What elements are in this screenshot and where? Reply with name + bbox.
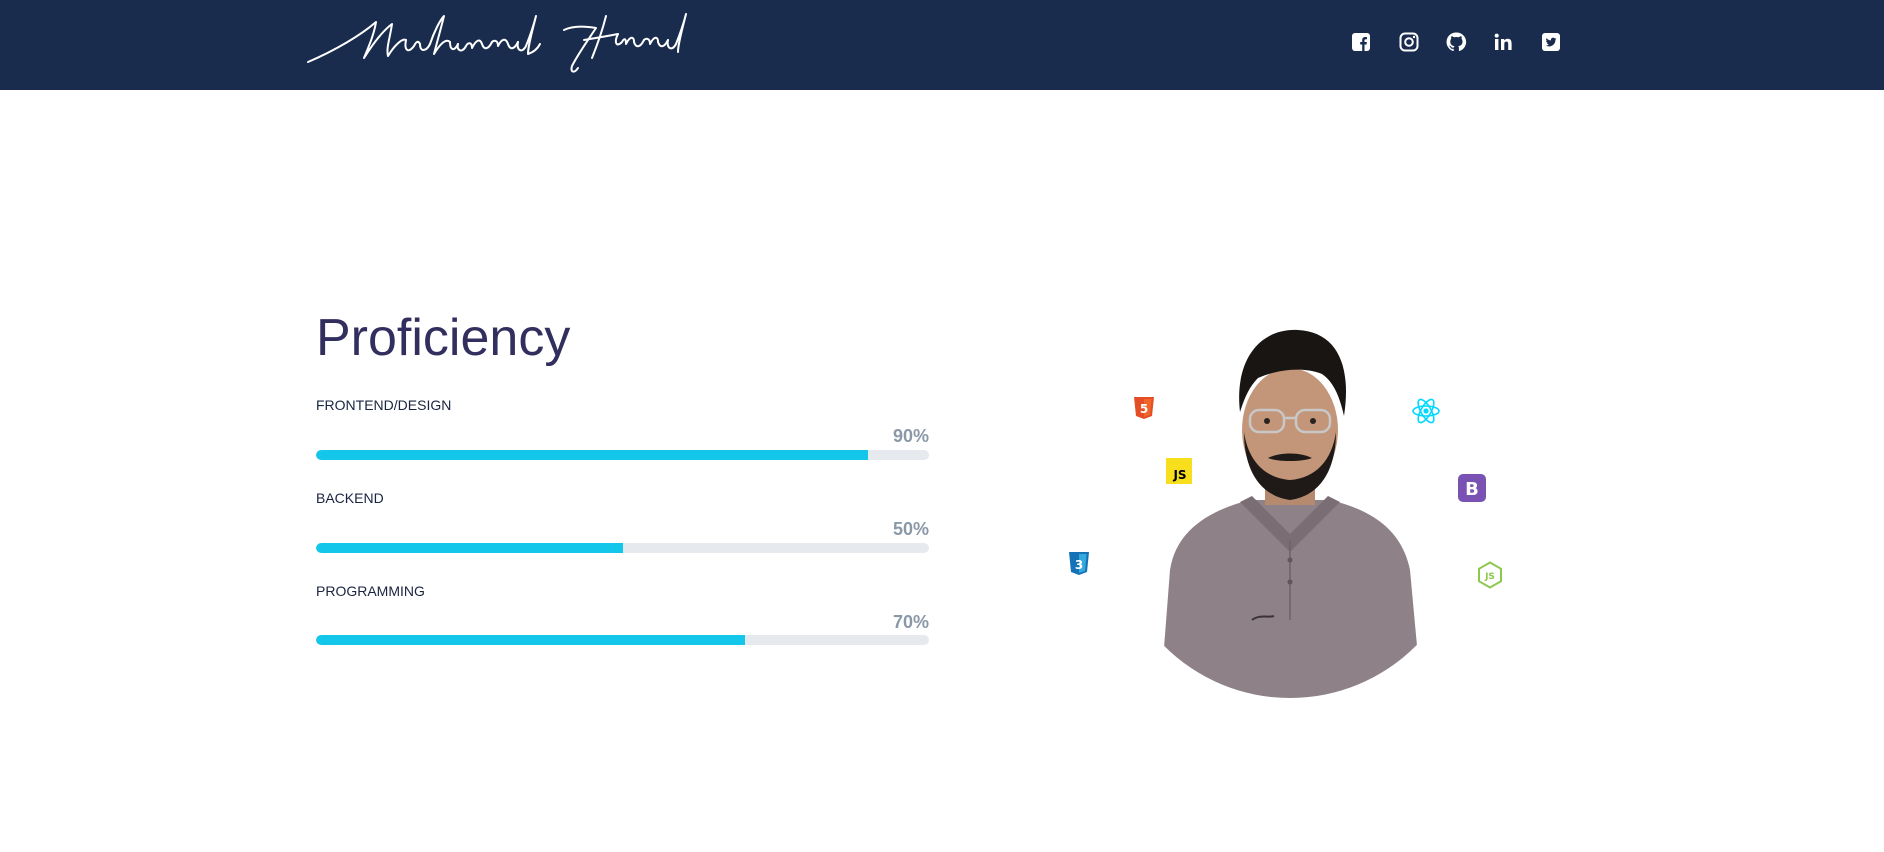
progress-fill-backend [316,543,623,553]
progress-bar-programming [316,635,929,645]
navbar [0,0,1884,90]
skill-label-programming: PROGRAMMING [316,583,425,599]
svg-text:B: B [1465,479,1479,500]
skill-percent-programming: 70% [892,612,929,632]
profile-photo [1160,329,1422,698]
linkedin-icon[interactable] [1491,30,1515,54]
progress-fill-frontend [316,450,868,460]
brand-signature-logo[interactable] [306,10,691,78]
instagram-icon[interactable] [1397,30,1421,54]
progress-fill-programming [316,635,746,645]
nodejs-icon: JS [1477,561,1503,589]
progress-bar-backend [316,543,929,553]
html5-icon: 5 [1133,396,1155,420]
css3-icon: 3 [1068,551,1090,577]
svg-text:3: 3 [1075,558,1083,572]
svg-text:5: 5 [1140,402,1148,416]
svg-text:JS: JS [1484,572,1495,582]
section-title: Proficiency [316,309,571,367]
skill-percent-frontend: 90% [892,426,929,446]
skill-label-frontend: FRONTEND/DESIGN [316,397,452,413]
react-icon [1411,396,1441,426]
skill-label-backend: BACKEND [316,490,384,506]
bootstrap-icon: B [1458,474,1486,502]
github-icon[interactable] [1444,30,1468,54]
twitter-icon[interactable] [1539,30,1563,54]
svg-text:JS: JS [1172,468,1186,482]
facebook-icon[interactable] [1349,30,1373,54]
progress-bar-frontend [316,450,929,460]
skill-percent-backend: 50% [892,519,929,539]
javascript-icon: JS [1166,458,1192,484]
